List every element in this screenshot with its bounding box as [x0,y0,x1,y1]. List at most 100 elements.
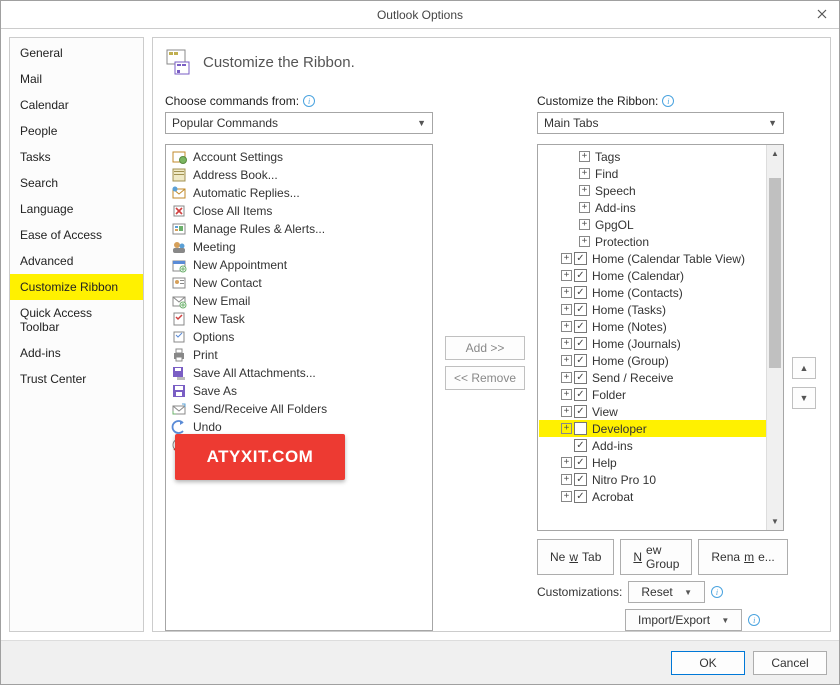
expand-toggle[interactable]: + [561,304,572,315]
add-button[interactable]: Add >> [445,336,525,360]
tree-checkbox[interactable] [574,269,587,282]
tree-checkbox[interactable] [574,422,587,435]
expand-toggle[interactable]: + [561,338,572,349]
tree-checkbox[interactable] [574,337,587,350]
expand-toggle[interactable]: + [561,491,572,502]
new-group-button[interactable]: New Group [620,539,692,575]
tree-checkbox[interactable] [574,473,587,486]
command-item[interactable]: Save As [167,382,431,400]
expand-toggle[interactable]: + [579,236,590,247]
expand-toggle[interactable]: + [561,270,572,281]
tree-item[interactable]: +GpgOL [539,216,766,233]
tree-checkbox[interactable] [574,388,587,401]
expand-toggle[interactable]: + [561,355,572,366]
new-tab-button[interactable]: New Tab [537,539,614,575]
tree-item[interactable]: +Help [539,454,766,471]
expand-toggle[interactable]: + [579,185,590,196]
sidebar-item-language[interactable]: Language [10,196,143,222]
expand-toggle[interactable]: + [561,253,572,264]
tree-checkbox[interactable] [574,371,587,384]
sidebar-item-mail[interactable]: Mail [10,66,143,92]
sidebar-item-trust-center[interactable]: Trust Center [10,366,143,392]
remove-button[interactable]: << Remove [445,366,525,390]
sidebar-item-people[interactable]: People [10,118,143,144]
tree-item[interactable]: +Acrobat [539,488,766,505]
tree-checkbox[interactable] [574,490,587,503]
command-item[interactable]: Account Settings [167,148,431,166]
info-icon[interactable]: i [748,614,760,626]
command-item[interactable]: Close All Items [167,202,431,220]
commands-listbox[interactable]: Account SettingsAddress Book...Automatic… [165,144,433,631]
tree-item[interactable]: +Developer [539,420,766,437]
expand-toggle[interactable]: + [561,287,572,298]
command-item[interactable]: Automatic Replies... [167,184,431,202]
command-item[interactable]: Manage Rules & Alerts... [167,220,431,238]
tree-checkbox[interactable] [574,439,587,452]
choose-commands-dropdown[interactable]: Popular Commands ▼ [165,112,433,134]
sidebar-item-customize-ribbon[interactable]: Customize Ribbon [10,274,143,300]
tree-item[interactable]: +Add-ins [539,199,766,216]
command-item[interactable]: New Contact [167,274,431,292]
tree-item[interactable]: +Nitro Pro 10 [539,471,766,488]
scroll-track[interactable] [767,162,783,513]
command-item[interactable]: New Task [167,310,431,328]
sidebar-item-advanced[interactable]: Advanced [10,248,143,274]
move-down-button[interactable]: ▼ [792,387,816,409]
tree-item[interactable]: +Home (Notes) [539,318,766,335]
tree-item[interactable]: +Tags [539,148,766,165]
ribbon-tree[interactable]: +Tags+Find+Speech+Add-ins+GpgOL+Protecti… [537,144,784,531]
close-button[interactable] [813,5,831,23]
tree-checkbox[interactable] [574,303,587,316]
expand-toggle[interactable]: + [561,457,572,468]
expand-toggle[interactable]: + [579,202,590,213]
sidebar-item-quick-access-toolbar[interactable]: Quick Access Toolbar [10,300,143,340]
import-export-dropdown-button[interactable]: Import/Export ▼ [625,609,742,631]
info-icon[interactable]: i [662,95,674,107]
rename-button[interactable]: Rename... [698,539,787,575]
scroll-down-button[interactable]: ▼ [767,513,783,530]
tree-checkbox[interactable] [574,320,587,333]
sidebar-item-tasks[interactable]: Tasks [10,144,143,170]
sidebar-item-add-ins[interactable]: Add-ins [10,340,143,366]
tree-item[interactable]: Add-ins [539,437,766,454]
expand-toggle[interactable]: + [561,474,572,485]
tree-checkbox[interactable] [574,252,587,265]
command-item[interactable]: Address Book... [167,166,431,184]
tree-item[interactable]: +Send / Receive [539,369,766,386]
info-icon[interactable]: i [711,586,723,598]
sidebar-item-search[interactable]: Search [10,170,143,196]
sidebar-item-calendar[interactable]: Calendar [10,92,143,118]
expand-toggle[interactable]: + [561,406,572,417]
expand-toggle[interactable]: + [579,168,590,179]
vertical-scrollbar[interactable]: ▲ ▼ [766,145,783,530]
tree-checkbox[interactable] [574,354,587,367]
sidebar-item-general[interactable]: General [10,40,143,66]
command-item[interactable]: New Email [167,292,431,310]
expand-toggle[interactable]: + [561,389,572,400]
command-item[interactable]: Send/Receive All Folders [167,400,431,418]
expand-toggle[interactable]: + [561,372,572,383]
tree-item[interactable]: +Home (Tasks) [539,301,766,318]
tree-checkbox[interactable] [574,405,587,418]
command-item[interactable]: New Appointment [167,256,431,274]
tree-checkbox[interactable] [574,456,587,469]
expand-toggle[interactable]: + [579,219,590,230]
tree-item[interactable]: +Find [539,165,766,182]
command-item[interactable]: Options [167,328,431,346]
info-icon[interactable]: i [303,95,315,107]
scroll-thumb[interactable] [769,178,781,368]
tree-item[interactable]: +Speech [539,182,766,199]
ok-button[interactable]: OK [671,651,745,675]
scroll-up-button[interactable]: ▲ [767,145,783,162]
expand-toggle[interactable]: + [561,423,572,434]
tree-item[interactable]: +Home (Calendar Table View) [539,250,766,267]
tree-item[interactable]: +Home (Calendar) [539,267,766,284]
tree-item[interactable]: +Home (Contacts) [539,284,766,301]
move-up-button[interactable]: ▲ [792,357,816,379]
tree-item[interactable]: +Home (Group) [539,352,766,369]
command-item[interactable]: Save All Attachments... [167,364,431,382]
expand-toggle[interactable]: + [561,321,572,332]
tree-item[interactable]: +View [539,403,766,420]
sidebar-item-ease-of-access[interactable]: Ease of Access [10,222,143,248]
command-item[interactable]: Print [167,346,431,364]
